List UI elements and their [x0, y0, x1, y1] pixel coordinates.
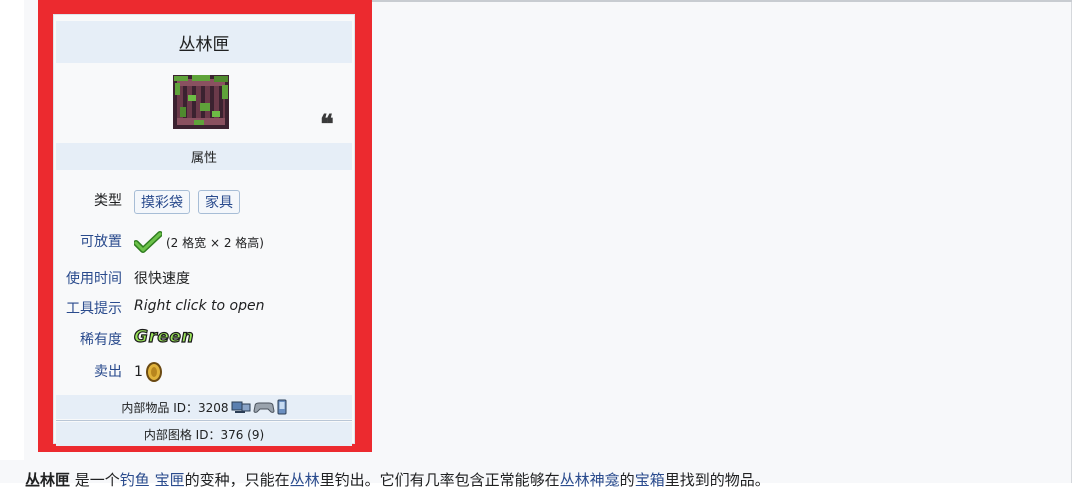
text-fragment: 的变种，只能在: [184, 471, 290, 489]
item-infobox: 丛林匣 ❛❛ 属性 类型 摸彩袋 家具 可放置 (2 格宽 × 2 格高) 使用…: [53, 14, 355, 446]
sell-value: 1: [134, 364, 143, 380]
link-fishing[interactable]: 钓鱼: [120, 471, 150, 489]
internal-item-id-row: 内部物品 ID：3208: [56, 395, 352, 419]
tag-furniture[interactable]: 家具: [198, 190, 240, 214]
row-label: 类型: [94, 193, 122, 209]
link-jungle[interactable]: 丛林: [290, 471, 320, 489]
row-placeable: 可放置 (2 格宽 × 2 格高): [54, 227, 354, 253]
section-header-properties: 属性: [56, 143, 352, 170]
row-rarity: 稀有度 Green: [54, 325, 354, 351]
text-fragment: 里找到的物品。: [664, 471, 770, 489]
row-type: 类型 摸彩袋 家具: [54, 186, 354, 214]
footer-divider: [56, 420, 352, 421]
link-chest[interactable]: 宝箱: [635, 471, 665, 489]
internal-item-id: 内部物品 ID：3208: [121, 400, 229, 415]
gold-coin-icon: [145, 362, 162, 382]
internal-tile-id: 内部图格 ID：376 (9): [143, 427, 265, 442]
tooltip-value: Right click to open: [134, 298, 265, 314]
infobox-title: 丛林匣: [56, 21, 352, 63]
intro-paragraph: 丛林匣 是一个钓鱼 宝匣的变种，只能在丛林里钓出。它们有几率包含正常能够在丛林神…: [25, 469, 770, 490]
internal-tile-id-row: 内部图格 ID：376 (9): [56, 422, 352, 446]
text-fragment: 里钓出。它们有几率包含正常能够在: [319, 471, 560, 489]
row-tooltip: 工具提示 Right click to open: [54, 294, 354, 320]
text-fragment: 的: [619, 471, 635, 489]
jungle-crate-icon: [173, 75, 229, 129]
placement-size: (2 格宽 × 2 格高): [166, 235, 264, 250]
row-sell: 卖出 1: [54, 357, 354, 383]
checkmark-icon: [134, 231, 162, 253]
row-label-link[interactable]: 可放置: [80, 231, 122, 251]
row-label-link[interactable]: 使用时间: [66, 268, 122, 288]
rarity-value: Green: [133, 326, 194, 347]
left-gutter: [0, 0, 24, 460]
row-use-time: 使用时间 很快速度: [54, 264, 354, 290]
row-label-link[interactable]: 卖出: [94, 361, 122, 381]
use-time-value: 很快速度: [134, 271, 190, 287]
top-rule: [372, 0, 1072, 2]
quote-icon[interactable]: ❛❛: [320, 112, 334, 138]
subject-name: 丛林匣: [25, 471, 71, 489]
link-jungle-shrine[interactable]: 丛林神龛: [560, 471, 620, 489]
row-label-link[interactable]: 工具提示: [66, 298, 122, 318]
link-crate[interactable]: 宝匣: [155, 471, 185, 489]
row-label-link[interactable]: 稀有度: [80, 329, 122, 349]
text-fragment: 是一个: [70, 471, 120, 489]
tag-grab-bag[interactable]: 摸彩袋: [134, 190, 190, 214]
platform-icons: [231, 399, 287, 415]
